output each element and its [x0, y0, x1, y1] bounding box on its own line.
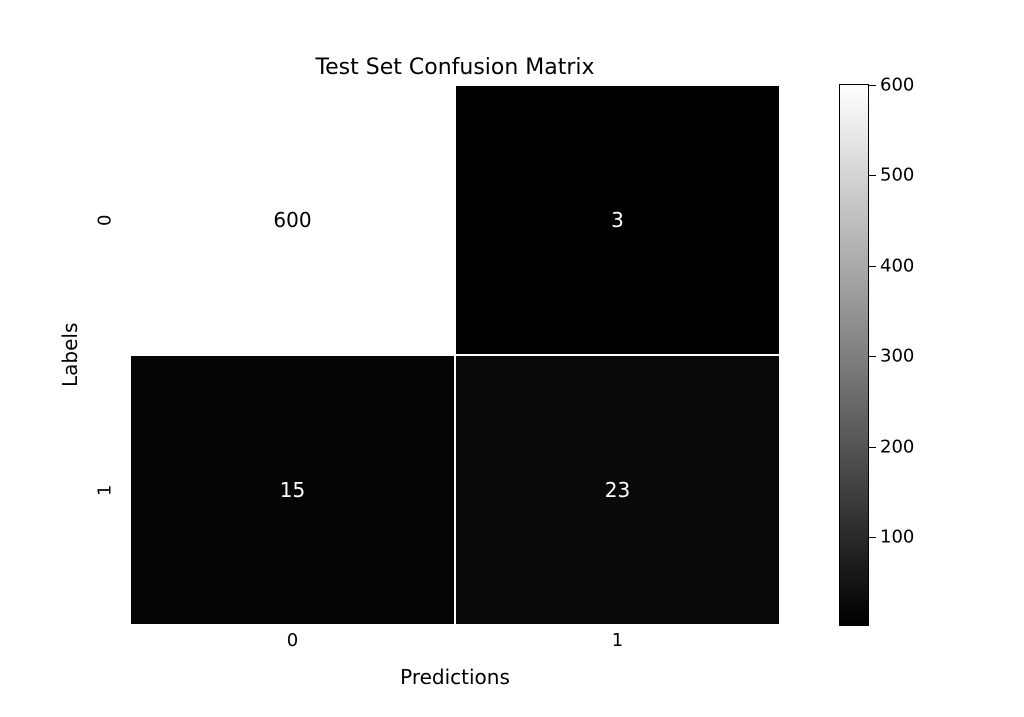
colorbar-tickmark — [868, 85, 876, 86]
heatmap-row: 1523 — [130, 355, 780, 625]
x-axis-label: Predictions — [130, 665, 780, 689]
colorbar-tick-label: 400 — [880, 255, 914, 276]
colorbar-tickmark — [868, 175, 876, 176]
colorbar-ticks: 100200300400500600 — [872, 85, 942, 625]
colorbar-tickmark — [868, 356, 876, 357]
colorbar — [840, 85, 868, 625]
x-tick-1: 1 — [455, 630, 780, 660]
chart-title: Test Set Confusion Matrix — [130, 55, 780, 80]
colorbar-tickmark — [868, 266, 876, 267]
colorbar-tickmark — [868, 537, 876, 538]
colorbar-tickmark — [868, 447, 876, 448]
colorbar-tick-label: 300 — [880, 346, 914, 367]
confusion-matrix-chart: Test Set Confusion Matrix Labels 0 1 600… — [0, 0, 1024, 717]
heatmap-row: 6003 — [130, 85, 780, 355]
colorbar-tick-label: 600 — [880, 75, 914, 96]
colorbar-tick-label: 200 — [880, 436, 914, 457]
heatmap-cell-0-1: 3 — [455, 85, 780, 355]
heatmap-cell-0-0: 600 — [130, 85, 455, 355]
heatmap-cell-1-1: 23 — [455, 355, 780, 625]
colorbar-tick-label: 500 — [880, 165, 914, 186]
x-tick-0: 0 — [130, 630, 455, 660]
colorbar-tick-label: 100 — [880, 527, 914, 548]
y-tick-1: 1 — [90, 355, 120, 625]
y-axis-label: Labels — [58, 85, 82, 625]
y-axis-ticks: 0 1 — [90, 85, 120, 625]
heatmap-grid: 60031523 — [130, 85, 780, 625]
x-axis-ticks: 0 1 — [130, 630, 780, 660]
y-tick-0: 0 — [90, 85, 120, 355]
heatmap-cell-1-0: 15 — [130, 355, 455, 625]
